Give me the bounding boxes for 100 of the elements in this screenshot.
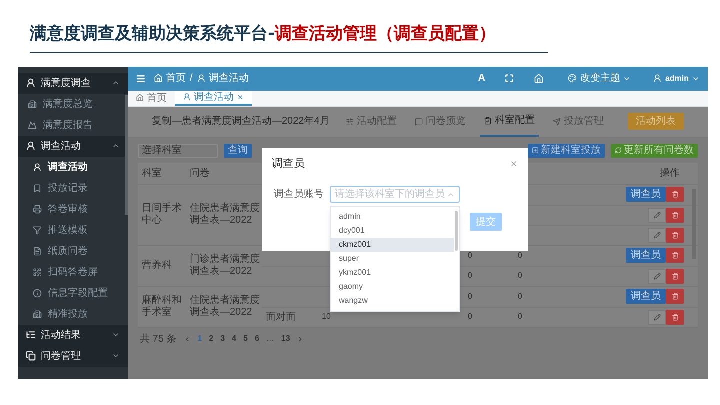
page-number[interactable]: 6	[254, 333, 260, 345]
assign-button[interactable]: 调查员	[626, 289, 666, 304]
activity-tab[interactable]: 科室配置	[480, 106, 539, 136]
font-size-button[interactable]: A	[472, 71, 492, 86]
delete-button[interactable]	[666, 248, 684, 263]
edit-button[interactable]	[648, 268, 666, 284]
sidebar-item[interactable]: 调查活动	[18, 156, 128, 178]
delete-button[interactable]	[666, 289, 684, 304]
table-cell: 面对面	[266, 312, 296, 322]
fullscreen-icon[interactable]	[505, 74, 514, 83]
pencil-icon	[654, 232, 660, 238]
edit-button[interactable]	[648, 208, 666, 222]
sidebar-item[interactable]: 扫码答卷屏	[18, 262, 128, 282]
home-icon	[136, 94, 144, 102]
column-header: 问卷	[190, 166, 211, 180]
search-field[interactable]: 选择科室	[138, 144, 218, 158]
dropdown-option[interactable]: dcy001	[331, 224, 454, 238]
column-header: 科室	[141, 166, 163, 180]
refresh-icon	[615, 147, 622, 154]
page-number[interactable]: 5	[244, 333, 248, 345]
item-icon	[33, 246, 42, 256]
page-tab[interactable]: 首页	[128, 90, 175, 106]
delete-button[interactable]	[666, 228, 684, 242]
previous-icon[interactable]	[184, 336, 191, 342]
activity-tab[interactable]: 活动配置	[342, 106, 401, 136]
sidebar-group[interactable]: 调查活动	[18, 136, 128, 156]
trash-icon	[672, 212, 678, 218]
delete-button[interactable]	[666, 208, 684, 222]
page-number[interactable]: 4	[232, 333, 236, 345]
assign-button[interactable]: 调查员	[626, 187, 666, 202]
sidebar-item[interactable]: 推送模板	[18, 220, 128, 240]
trash-icon	[672, 191, 678, 198]
breadcrumb-link[interactable]: 首页	[154, 71, 186, 86]
slide-title: 满意度调查及辅助决策系统平台-调查活动管理（调查员配置）	[30, 23, 498, 46]
breadcrumb-link[interactable]: 调查活动	[196, 71, 249, 86]
item-icon	[28, 120, 37, 130]
palette-icon	[568, 74, 578, 83]
table-cell-text: 日间手术中心	[141, 202, 183, 228]
sidebar-item[interactable]: 信息字段配置	[18, 282, 128, 304]
scrollbar[interactable]	[455, 210, 458, 250]
dropdown-option[interactable]: admin	[331, 210, 454, 224]
new-button[interactable]: 新建科室投放	[528, 144, 605, 158]
trash-icon	[672, 314, 678, 320]
dropdown-option[interactable]: ckmz001	[331, 238, 454, 252]
table-cell-text: 营养科	[141, 258, 173, 272]
sidebar-item[interactable]: 满意度报告	[18, 114, 128, 136]
table-cell: 0	[468, 250, 472, 260]
table-cell: 门诊患者满意度调查表—2022	[190, 254, 260, 278]
trash-icon	[672, 232, 678, 238]
sidebar-item[interactable]: 答卷审核	[18, 198, 128, 220]
trash-icon	[672, 293, 678, 300]
sidebar-group[interactable]: 满意度调查	[18, 72, 128, 94]
activity-tab[interactable]: 投放管理	[549, 106, 608, 136]
sidebar-group[interactable]: 问卷管理	[18, 346, 128, 366]
scrollbar[interactable]	[125, 94, 128, 214]
page-number[interactable]: 3	[220, 333, 226, 345]
search-button[interactable]: 查询	[224, 144, 252, 158]
item-icon	[33, 162, 42, 172]
activity-tab[interactable]: 问卷预览	[411, 106, 470, 136]
next-icon[interactable]	[297, 336, 304, 342]
sidebar-item[interactable]: 纸质问卷	[18, 240, 128, 262]
user-icon	[653, 74, 662, 83]
menu-icon[interactable]	[136, 74, 146, 84]
theme-button[interactable]: 改变主题	[568, 71, 632, 86]
page-number[interactable]: 13	[281, 333, 290, 345]
pencil-icon	[654, 314, 660, 320]
delete-button[interactable]	[666, 187, 684, 202]
group-icon	[26, 141, 36, 151]
dialog-title: 调查员	[272, 156, 305, 172]
group-icon	[26, 330, 36, 340]
page-tab[interactable]: 调查活动	[175, 90, 252, 106]
close-icon[interactable]	[237, 94, 244, 100]
delete-button[interactable]	[666, 310, 684, 324]
item-icon	[33, 310, 42, 318]
dropdown-option[interactable]: wangzw	[331, 294, 454, 308]
delete-button[interactable]	[666, 268, 684, 284]
home-icon[interactable]	[534, 74, 544, 84]
page-number[interactable]: 2	[209, 333, 214, 345]
pencil-icon	[654, 272, 660, 280]
group-icon	[26, 78, 36, 88]
close-icon[interactable]	[510, 160, 518, 168]
breadcrumb-separator: /	[190, 72, 193, 86]
assign-button[interactable]: 调查员	[626, 248, 666, 263]
item-icon	[33, 288, 42, 298]
total-count: 共 75 条	[140, 332, 177, 346]
edit-button[interactable]	[648, 310, 666, 324]
item-icon	[33, 268, 42, 276]
refresh-button[interactable]: 更新所有问卷数	[611, 144, 698, 158]
edit-button[interactable]	[648, 228, 666, 242]
dropdown-option[interactable]: gaomy	[331, 280, 454, 294]
sidebar-item[interactable]: 满意度总览	[18, 94, 128, 114]
sidebar-item[interactable]: 精准投放	[18, 304, 128, 324]
user-menu[interactable]: admin	[653, 72, 700, 84]
dropdown-option[interactable]: super	[331, 252, 454, 266]
sidebar-group[interactable]: 活动结果	[18, 324, 128, 346]
dropdown-option[interactable]: ykmz001	[331, 266, 454, 280]
table-cell-text: 麻醉科和手术室	[141, 294, 183, 320]
tab-icon	[484, 116, 492, 124]
sidebar-item[interactable]: 投放记录	[18, 178, 128, 198]
page-ellipsis: …	[266, 333, 274, 345]
